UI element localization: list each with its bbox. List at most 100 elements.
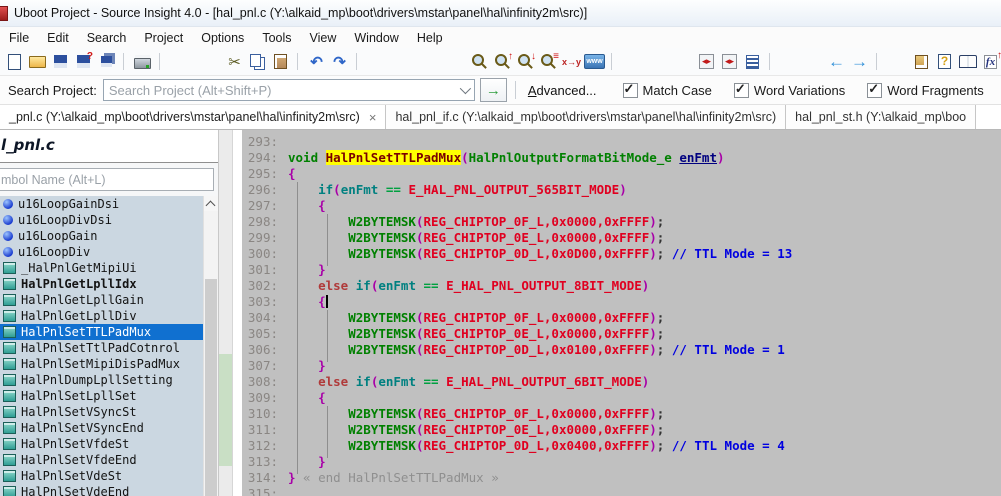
close-icon[interactable]: × <box>369 110 377 125</box>
symbol-item-u16LoopGain[interactable]: u16LoopGain <box>0 228 204 244</box>
menu-options[interactable]: Options <box>192 29 253 47</box>
paste-icon[interactable] <box>269 51 292 72</box>
window-title: Uboot Project - Source Insight 4.0 - [ha… <box>14 6 587 20</box>
symbol-item-u16LoopGainDsi[interactable]: u16LoopGainDsi <box>0 196 204 212</box>
menu-tools[interactable]: Tools <box>253 29 300 47</box>
code-line-315[interactable]: 315 <box>242 486 1001 496</box>
menu-project[interactable]: Project <box>135 29 192 47</box>
symbol-item-HalPnlSetVfdeSt[interactable]: HalPnlSetVfdeSt <box>0 436 204 452</box>
code-line-306[interactable]: 306 W2BYTEMSK(REG_CHIPTOP_0D_L,0x0100,0x… <box>242 342 1001 358</box>
redo-icon[interactable] <box>328 51 351 72</box>
references-icon[interactable] <box>956 51 979 72</box>
code-line-299[interactable]: 299 W2BYTEMSK(REG_CHIPTOP_0E_L,0x0000,0x… <box>242 230 1001 246</box>
pane-left-icon[interactable] <box>695 51 718 72</box>
code-line-293[interactable]: 293 <box>242 134 1001 150</box>
context-help-icon[interactable] <box>933 51 956 72</box>
symbol-item-HalPnlSetVfdeEnd[interactable]: HalPnlSetVfdeEnd <box>0 452 204 468</box>
symbol-item-HalPnlSetVdeEnd[interactable]: HalPnlSetVdeEnd <box>0 484 204 496</box>
tab-2[interactable]: hal_pnl_st.h (Y:\alkaid_mp\boo <box>786 105 976 129</box>
symbol-item-HalPnlDumpLpllSetting[interactable]: HalPnlDumpLpllSetting <box>0 372 204 388</box>
symbol-item-HalPnlGetLpllDiv[interactable]: HalPnlGetLpllDiv <box>0 308 204 324</box>
menu-search[interactable]: Search <box>78 29 136 47</box>
symbol-item-HalPnlSetTTLPadMux[interactable]: HalPnlSetTTLPadMux <box>0 324 204 340</box>
symbol-item-HalPnlSetMipiDisPadMux[interactable]: HalPnlSetMipiDisPadMux <box>0 356 204 372</box>
symbol-item-_HalPnlGetMipiUi[interactable]: _HalPnlGetMipiUi <box>0 260 204 276</box>
symbol-name-input[interactable] <box>0 168 214 191</box>
search-files-icon[interactable]: ≡ <box>537 51 560 72</box>
tab-0[interactable]: _pnl.c (Y:\alkaid_mp\boot\drivers\mstar\… <box>0 105 386 129</box>
search-project-input[interactable] <box>103 79 475 101</box>
code-line-313[interactable]: 313 } <box>242 454 1001 470</box>
code-line-301[interactable]: 301 } <box>242 262 1001 278</box>
search-forward-icon[interactable]: ↑ <box>491 51 514 72</box>
symbol-item-HalPnlSetLpllSet[interactable]: HalPnlSetLpllSet <box>0 388 204 404</box>
code-line-307[interactable]: 307 } <box>242 358 1001 374</box>
print-icon[interactable] <box>131 51 154 72</box>
menu-help[interactable]: Help <box>408 29 452 47</box>
save-as-icon[interactable] <box>72 51 95 72</box>
symbol-item-HalPnlSetVSyncSt[interactable]: HalPnlSetVSyncSt <box>0 404 204 420</box>
advanced-button[interactable]: Advanced... <box>524 83 601 98</box>
go-back-icon[interactable] <box>825 51 848 72</box>
indent-guide <box>327 406 328 458</box>
save-icon[interactable] <box>49 51 72 72</box>
menu-view[interactable]: View <box>301 29 346 47</box>
checkbox-word-variations[interactable]: Word Variations <box>734 83 845 98</box>
search-go-button[interactable]: → <box>480 78 507 102</box>
menu-window[interactable]: Window <box>345 29 407 47</box>
symbol-item-HalPnlSetTtlPadCotnrol[interactable]: HalPnlSetTtlPadCotnrol <box>0 340 204 356</box>
code-line-295[interactable]: 295{ <box>242 166 1001 182</box>
code-line-303[interactable]: 303 { <box>242 294 1001 310</box>
symbol-item-HalPnlSetVdeSt[interactable]: HalPnlSetVdeSt <box>0 468 204 484</box>
save-all-icon[interactable] <box>95 51 118 72</box>
code-line-302[interactable]: 302 else if(enFmt == E_HAL_PNL_OUTPUT_8B… <box>242 278 1001 294</box>
replace-icon[interactable] <box>560 51 583 72</box>
symbol-item-u16LoopDiv[interactable]: u16LoopDiv <box>0 244 204 260</box>
tab-1[interactable]: hal_pnl_if.c (Y:\alkaid_mp\boot\drivers\… <box>386 105 786 129</box>
search-icon[interactable] <box>468 51 491 72</box>
scrollbar-thumb[interactable] <box>205 279 217 496</box>
code-line-310[interactable]: 310 W2BYTEMSK(REG_CHIPTOP_0F_L,0x0000,0x… <box>242 406 1001 422</box>
checkbox-icon[interactable] <box>623 83 638 98</box>
cut-icon[interactable] <box>223 51 246 72</box>
code-line-300[interactable]: 300 W2BYTEMSK(REG_CHIPTOP_0D_L,0x0D00,0x… <box>242 246 1001 262</box>
function-up-icon[interactable] <box>979 51 1001 72</box>
code-line-294[interactable]: 294void HalPnlSetTTLPadMux(HalPnlOutputF… <box>242 150 1001 166</box>
code-line-305[interactable]: 305 W2BYTEMSK(REG_CHIPTOP_0E_L,0x0000,0x… <box>242 326 1001 342</box>
code-line-312[interactable]: 312 W2BYTEMSK(REG_CHIPTOP_0D_L,0x0400,0x… <box>242 438 1001 454</box>
symbol-list-scrollbar[interactable] <box>203 196 218 496</box>
checkbox-match-case[interactable]: Match Case <box>623 83 712 98</box>
pane-right-icon[interactable] <box>718 51 741 72</box>
editor-position-strip[interactable] <box>218 130 233 496</box>
toolbar-separator <box>123 53 124 70</box>
search-project-combo[interactable] <box>103 79 475 101</box>
scroll-up-arrow-icon[interactable] <box>204 196 218 211</box>
browse-icon[interactable] <box>910 51 933 72</box>
new-file-icon[interactable] <box>3 51 26 72</box>
code-line-311[interactable]: 311 W2BYTEMSK(REG_CHIPTOP_0E_L,0x0000,0x… <box>242 422 1001 438</box>
code-editor[interactable]: 293294void HalPnlSetTTLPadMux(HalPnlOutp… <box>242 130 1001 496</box>
search-backward-icon[interactable]: ↓ <box>514 51 537 72</box>
code-line-298[interactable]: 298 W2BYTEMSK(REG_CHIPTOP_0F_L,0x0000,0x… <box>242 214 1001 230</box>
symbol-item-HalPnlSetVSyncEnd[interactable]: HalPnlSetVSyncEnd <box>0 420 204 436</box>
code-line-297[interactable]: 297 { <box>242 198 1001 214</box>
code-line-308[interactable]: 308 else if(enFmt == E_HAL_PNL_OUTPUT_6B… <box>242 374 1001 390</box>
symbol-item-HalPnlGetLpllIdx[interactable]: HalPnlGetLpllIdx <box>0 276 204 292</box>
symbol-item-HalPnlGetLpllGain[interactable]: HalPnlGetLpllGain <box>0 292 204 308</box>
go-forward-icon[interactable] <box>848 51 871 72</box>
open-folder-icon[interactable] <box>26 51 49 72</box>
code-line-304[interactable]: 304 W2BYTEMSK(REG_CHIPTOP_0F_L,0x0000,0x… <box>242 310 1001 326</box>
checkbox-word-fragments[interactable]: Word Fragments <box>867 83 984 98</box>
symbol-window-icon[interactable] <box>741 51 764 72</box>
copy-icon[interactable] <box>246 51 269 72</box>
checkbox-icon[interactable] <box>867 83 882 98</box>
symbol-item-u16LoopDivDsi[interactable]: u16LoopDivDsi <box>0 212 204 228</box>
code-line-296[interactable]: 296 if(enFmt == E_HAL_PNL_OUTPUT_565BIT_… <box>242 182 1001 198</box>
code-line-314[interactable]: 314} « end HalPnlSetTTLPadMux » <box>242 470 1001 486</box>
code-line-309[interactable]: 309 { <box>242 390 1001 406</box>
menu-file[interactable]: File <box>0 29 38 47</box>
menu-edit[interactable]: Edit <box>38 29 78 47</box>
search-web-icon[interactable] <box>583 51 606 72</box>
checkbox-icon[interactable] <box>734 83 749 98</box>
undo-icon[interactable] <box>305 51 328 72</box>
